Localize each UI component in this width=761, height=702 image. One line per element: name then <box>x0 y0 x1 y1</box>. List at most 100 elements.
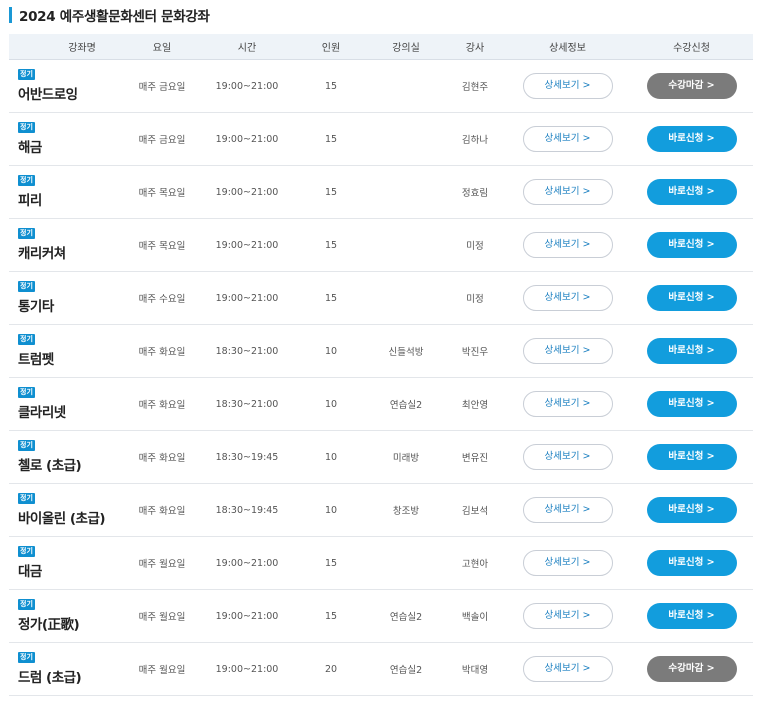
apply-now-button[interactable]: 바로신청 > <box>646 444 737 470</box>
apply-now-button[interactable]: 바로신청 > <box>646 391 737 417</box>
apply-now-button[interactable]: 바로신청 > <box>646 285 737 311</box>
table-row: 정기 바이올린 (초급) 매주 화요일 18:30~19:45 10 창조방 김… <box>9 484 753 537</box>
detail-cell: 상세보기 > <box>505 179 630 205</box>
course-name-cell: 정기 정가(正歌) <box>9 599 125 633</box>
detail-button[interactable]: 상세보기 > <box>522 444 613 470</box>
detail-button[interactable]: 상세보기 > <box>522 603 613 629</box>
header-room: 강의실 <box>392 43 420 54</box>
course-room: 창조방 <box>392 506 420 517</box>
regular-badge: 정기 <box>18 599 35 610</box>
course-day: 매주 월요일 <box>138 559 186 570</box>
regular-badge: 정기 <box>18 546 35 557</box>
course-name[interactable]: 첼로 (초급) <box>18 454 125 474</box>
course-instructor: 고현아 <box>461 559 489 570</box>
course-name[interactable]: 트럼펫 <box>18 348 125 368</box>
regular-badge: 정기 <box>18 440 35 451</box>
course-room: 신들석방 <box>388 347 424 358</box>
course-name-cell: 정기 첼로 (초급) <box>9 440 125 474</box>
header-course-name: 강좌명 <box>68 43 96 54</box>
detail-cell: 상세보기 > <box>505 232 630 258</box>
course-day: 매주 화요일 <box>138 400 186 411</box>
course-capacity: 15 <box>324 557 338 569</box>
course-name[interactable]: 클라리넷 <box>18 401 125 421</box>
apply-now-button[interactable]: 바로신청 > <box>646 179 737 205</box>
table-row: 정기 해금 매주 금요일 19:00~21:00 15 김하나 상세보기 > 바… <box>9 113 753 166</box>
table-row: 정기 대금 매주 월요일 19:00~21:00 15 고현아 상세보기 > 바… <box>9 537 753 590</box>
detail-button[interactable]: 상세보기 > <box>522 285 613 311</box>
detail-button[interactable]: 상세보기 > <box>522 73 613 99</box>
detail-cell: 상세보기 > <box>505 285 630 311</box>
detail-button[interactable]: 상세보기 > <box>522 338 613 364</box>
course-day: 매주 금요일 <box>138 135 186 146</box>
course-capacity: 10 <box>324 345 338 357</box>
course-name[interactable]: 바이올린 (초급) <box>18 507 125 527</box>
course-instructor: 박진우 <box>461 347 489 358</box>
course-name[interactable]: 통기타 <box>18 295 125 315</box>
course-name-cell: 정기 클라리넷 <box>9 387 125 421</box>
detail-button[interactable]: 상세보기 > <box>522 391 613 417</box>
apply-closed-button[interactable]: 수강마감 > <box>646 656 737 682</box>
detail-cell: 상세보기 > <box>505 73 630 99</box>
apply-cell: 바로신청 > <box>630 285 753 311</box>
course-capacity: 10 <box>324 398 338 410</box>
regular-badge: 정기 <box>18 493 35 504</box>
course-time: 19:00~21:00 <box>215 133 279 145</box>
course-name-cell: 정기 트럼펫 <box>9 334 125 368</box>
course-day: 매주 목요일 <box>138 188 186 199</box>
page-title: 2024 예주생활문화센터 문화강좌 <box>19 9 210 25</box>
course-instructor: 김보석 <box>461 506 489 517</box>
course-name[interactable]: 정가(正歌) <box>18 613 125 633</box>
course-day: 매주 금요일 <box>138 82 186 93</box>
course-instructor: 미정 <box>466 241 484 252</box>
course-capacity: 15 <box>324 80 338 92</box>
course-time: 19:00~21:00 <box>215 610 279 622</box>
apply-now-button[interactable]: 바로신청 > <box>646 603 737 629</box>
apply-now-button[interactable]: 바로신청 > <box>646 338 737 364</box>
course-name[interactable]: 대금 <box>18 560 125 580</box>
detail-cell: 상세보기 > <box>505 603 630 629</box>
header-instructor: 강사 <box>465 43 485 54</box>
apply-cell: 바로신청 > <box>630 603 753 629</box>
course-name[interactable]: 피리 <box>18 189 125 209</box>
detail-cell: 상세보기 > <box>505 391 630 417</box>
apply-cell: 바로신청 > <box>630 126 753 152</box>
table-row: 정기 클라리넷 매주 화요일 18:30~21:00 10 연습실2 최안영 상… <box>9 378 753 431</box>
table-row: 정기 통기타 매주 수요일 19:00~21:00 15 미정 상세보기 > 바… <box>9 272 753 325</box>
apply-now-button[interactable]: 바로신청 > <box>646 232 737 258</box>
apply-now-button[interactable]: 바로신청 > <box>646 126 737 152</box>
course-capacity: 20 <box>324 663 338 675</box>
table-row: 정기 드럼 (초급) 매주 월요일 19:00~21:00 20 연습실2 박대… <box>9 643 753 696</box>
header-apply: 수강신청 <box>673 43 710 54</box>
detail-button[interactable]: 상세보기 > <box>522 550 613 576</box>
detail-button[interactable]: 상세보기 > <box>522 656 613 682</box>
course-name-cell: 정기 해금 <box>9 122 125 156</box>
header-detail: 상세정보 <box>549 43 586 54</box>
apply-now-button[interactable]: 바로신청 > <box>646 550 737 576</box>
apply-cell: 바로신청 > <box>630 391 753 417</box>
detail-button[interactable]: 상세보기 > <box>522 126 613 152</box>
course-name[interactable]: 해금 <box>18 136 125 156</box>
course-name[interactable]: 드럼 (초급) <box>18 666 125 686</box>
detail-cell: 상세보기 > <box>505 338 630 364</box>
apply-now-button[interactable]: 바로신청 > <box>646 497 737 523</box>
detail-button[interactable]: 상세보기 > <box>522 232 613 258</box>
course-time: 19:00~21:00 <box>215 239 279 251</box>
course-time: 18:30~21:00 <box>215 345 279 357</box>
course-time: 18:30~19:45 <box>215 451 279 463</box>
course-name-cell: 정기 어반드로잉 <box>9 69 125 103</box>
regular-badge: 정기 <box>18 175 35 186</box>
apply-cell: 수강마감 > <box>630 656 753 682</box>
course-capacity: 15 <box>324 610 338 622</box>
course-time: 19:00~21:00 <box>215 80 279 92</box>
apply-closed-button[interactable]: 수강마감 > <box>646 73 737 99</box>
course-room: 연습실2 <box>389 665 423 676</box>
course-name[interactable]: 캐리커쳐 <box>18 242 125 262</box>
course-time: 19:00~21:00 <box>215 292 279 304</box>
title-accent-bar <box>9 7 12 23</box>
course-name[interactable]: 어반드로잉 <box>18 83 125 103</box>
course-table: 강좌명 요일 시간 인원 강의실 강사 상세정보 수강신청 정기 어반드로잉 매… <box>9 34 753 696</box>
detail-button[interactable]: 상세보기 > <box>522 179 613 205</box>
table-row: 정기 트럼펫 매주 화요일 18:30~21:00 10 신들석방 박진우 상세… <box>9 325 753 378</box>
detail-button[interactable]: 상세보기 > <box>522 497 613 523</box>
course-name-cell: 정기 피리 <box>9 175 125 209</box>
